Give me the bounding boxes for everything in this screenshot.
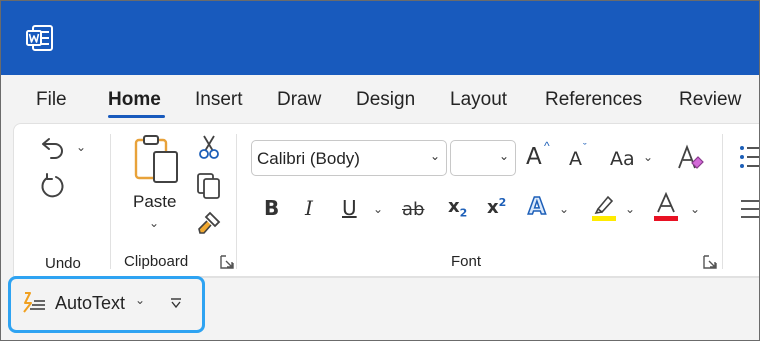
bullets-icon[interactable] <box>739 144 760 170</box>
tab-file[interactable]: File <box>36 89 67 111</box>
font-color-chevron-icon[interactable]: ⌄ <box>690 202 700 216</box>
font-name-value: Calibri (Body) <box>257 149 360 168</box>
undo-group-label: Undo <box>45 255 81 272</box>
chevron-down-icon: ⌄ <box>430 149 441 163</box>
superscript-mark: 2 <box>498 196 507 209</box>
subscript-mark: 2 <box>459 206 468 220</box>
underline-button[interactable]: U <box>342 196 357 220</box>
superscript-base: x <box>487 197 499 218</box>
title-bar <box>1 1 759 75</box>
italic-button[interactable]: I <box>305 196 313 220</box>
change-case-button[interactable]: Aa <box>610 148 635 170</box>
word-logo-icon[interactable] <box>26 25 53 51</box>
underline-chevron-icon[interactable]: ⌄ <box>373 202 383 216</box>
align-left-icon[interactable] <box>741 198 760 220</box>
text-highlight-color-icon[interactable] <box>591 192 617 222</box>
tab-design[interactable]: Design <box>356 89 415 111</box>
format-painter-icon[interactable] <box>196 210 222 236</box>
undo-icon[interactable] <box>38 136 66 160</box>
font-group-label: Font <box>451 253 482 270</box>
tab-insert[interactable]: Insert <box>195 89 243 111</box>
tab-home[interactable]: Home <box>108 89 161 111</box>
group-separator <box>722 134 723 269</box>
shrink-font-button[interactable]: A <box>569 148 582 170</box>
highlight-chevron-icon[interactable]: ⌄ <box>625 202 635 216</box>
focus-highlight-box <box>8 276 205 333</box>
group-separator <box>236 134 237 269</box>
chevron-down-icon: ⌄ <box>499 149 510 163</box>
grow-arrow-icon: ^ <box>544 139 550 153</box>
strikethrough-button[interactable]: ab <box>402 199 424 220</box>
text-effects-button[interactable]: A <box>527 193 546 221</box>
ribbon-tabs: File Home Insert Draw Design Layout Refe… <box>1 75 759 121</box>
tab-references[interactable]: References <box>545 89 642 111</box>
bold-button[interactable]: B <box>264 196 279 220</box>
change-case-chevron-icon[interactable]: ⌄ <box>643 150 653 164</box>
grow-font-button[interactable]: A <box>526 144 542 170</box>
undo-dropdown-chevron-icon[interactable]: ⌄ <box>76 140 86 154</box>
tab-review[interactable]: Review <box>679 89 741 111</box>
active-tab-indicator <box>108 115 165 118</box>
font-color-icon[interactable] <box>652 192 680 222</box>
font-name-dropdown[interactable]: Calibri (Body) ⌄ <box>251 140 447 176</box>
subscript-button[interactable]: x2 <box>448 196 467 220</box>
clipboard-dialog-launcher-icon[interactable] <box>220 255 234 269</box>
cut-scissors-icon[interactable] <box>198 134 220 160</box>
word-window: File Home Insert Draw Design Layout Refe… <box>0 0 760 341</box>
tab-layout[interactable]: Layout <box>450 89 507 111</box>
font-dialog-launcher-icon[interactable] <box>703 255 717 269</box>
text-effects-chevron-icon[interactable]: ⌄ <box>559 202 569 216</box>
redo-icon[interactable] <box>38 172 66 200</box>
subscript-base: x <box>448 196 460 217</box>
paste-label[interactable]: Paste <box>133 192 176 212</box>
ribbon-panel: ⌄ Undo Paste ⌄ Clipboard Calibri (Body) … <box>13 123 760 277</box>
shrink-arrow-icon: ˇ <box>583 142 587 154</box>
clipboard-group-label: Clipboard <box>124 253 189 270</box>
font-size-dropdown[interactable]: ⌄ <box>450 140 516 176</box>
paste-icon[interactable] <box>134 134 180 186</box>
tab-draw[interactable]: Draw <box>277 89 321 111</box>
copy-icon[interactable] <box>196 172 222 200</box>
clear-formatting-icon[interactable] <box>676 144 704 172</box>
paste-dropdown-chevron-icon[interactable]: ⌄ <box>149 216 159 230</box>
group-separator <box>110 134 111 269</box>
superscript-button[interactable]: x2 <box>487 196 506 218</box>
